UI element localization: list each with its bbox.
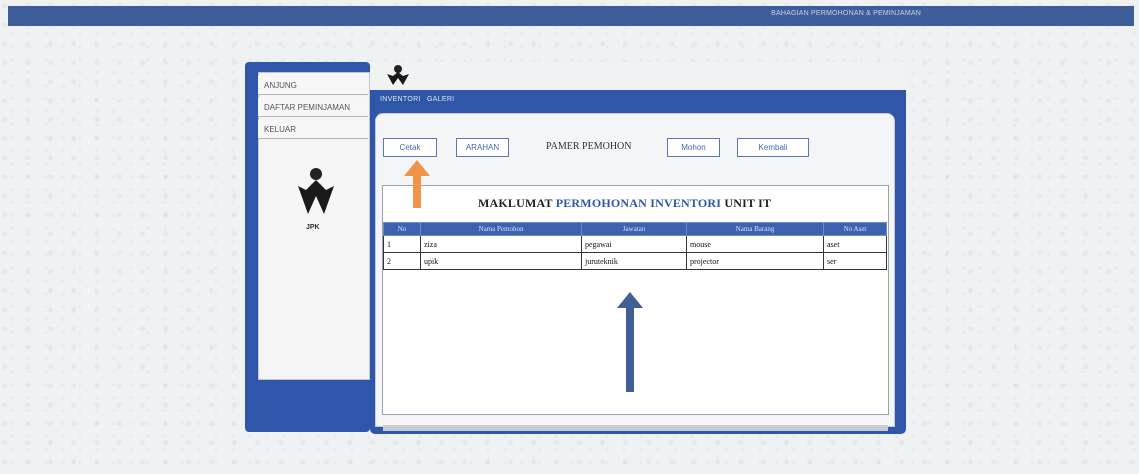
jpk-logo-icon bbox=[298, 168, 334, 214]
applications-table: No Nama Pemohon Jawatan Nama Barang No A… bbox=[383, 222, 887, 270]
horizontal-scrollbar[interactable] bbox=[383, 425, 888, 431]
table-row[interactable]: 2 upik juruteknik projector ser bbox=[383, 252, 887, 270]
column-header-no: No bbox=[383, 222, 421, 236]
cell-nama-barang: mouse bbox=[686, 235, 824, 253]
arahan-button[interactable]: ARAHAN bbox=[456, 138, 509, 157]
report-title-part1: MAKLUMAT bbox=[478, 196, 553, 210]
column-header-no-aset: No Aset bbox=[823, 222, 887, 236]
sidebar-item-daftar-peminjaman[interactable]: DAFTAR PEMINJAMAN bbox=[258, 98, 368, 117]
cell-jawatan: pegawai bbox=[581, 235, 687, 253]
report-title-part3: UNIT IT bbox=[724, 196, 772, 210]
cell-no-aset: ser bbox=[823, 252, 887, 270]
column-header-nama-barang: Nama Barang bbox=[686, 222, 824, 236]
top-header-bar: BAHAGIAN PERMOHONAN & PEMINJAMAN bbox=[8, 6, 1134, 26]
nav-link-galeri[interactable]: GALERI bbox=[427, 96, 454, 103]
sidebar-item-anjung[interactable]: ANJUNG bbox=[258, 76, 368, 95]
nav-link-inventori[interactable]: INVENTORI bbox=[380, 96, 421, 103]
blue-up-arrow-icon bbox=[617, 292, 643, 392]
main-header bbox=[370, 62, 906, 92]
kembali-button[interactable]: Kembali bbox=[737, 138, 809, 157]
cell-no: 1 bbox=[383, 235, 421, 253]
report-title: MAKLUMAT PERMOHONAN INVENTORI UNIT IT bbox=[478, 196, 771, 211]
cell-no-aset: aset bbox=[823, 235, 887, 253]
cetak-button[interactable]: Cetak bbox=[383, 138, 437, 157]
cell-nama-pemohon: ziza bbox=[420, 235, 582, 253]
cell-nama-pemohon: upik bbox=[420, 252, 582, 270]
logo-caption: JPK bbox=[306, 224, 320, 231]
report-title-part2: PERMOHONAN INVENTORI bbox=[555, 196, 722, 210]
column-header-jawatan: Jawatan bbox=[581, 222, 687, 236]
cell-jawatan: juruteknik bbox=[581, 252, 687, 270]
mohon-button[interactable]: Mohon bbox=[667, 138, 720, 157]
header-title: BAHAGIAN PERMOHONAN & PEMINJAMAN bbox=[771, 10, 921, 17]
cell-nama-barang: projector bbox=[686, 252, 824, 270]
sidebar-item-keluar[interactable]: KELUAR bbox=[258, 120, 368, 139]
table-row[interactable]: 1 ziza pegawai mouse aset bbox=[383, 235, 887, 253]
top-nav: INVENTORI GALERI bbox=[380, 96, 458, 103]
column-header-nama-pemohon: Nama Pemohon bbox=[420, 222, 582, 236]
jpk-small-logo-icon bbox=[387, 65, 409, 85]
pamer-pemohon-label: PAMER PEMOHON bbox=[546, 141, 632, 152]
table-header-row: No Nama Pemohon Jawatan Nama Barang No A… bbox=[383, 222, 887, 236]
cell-no: 2 bbox=[383, 252, 421, 270]
orange-up-arrow-icon bbox=[404, 160, 430, 208]
